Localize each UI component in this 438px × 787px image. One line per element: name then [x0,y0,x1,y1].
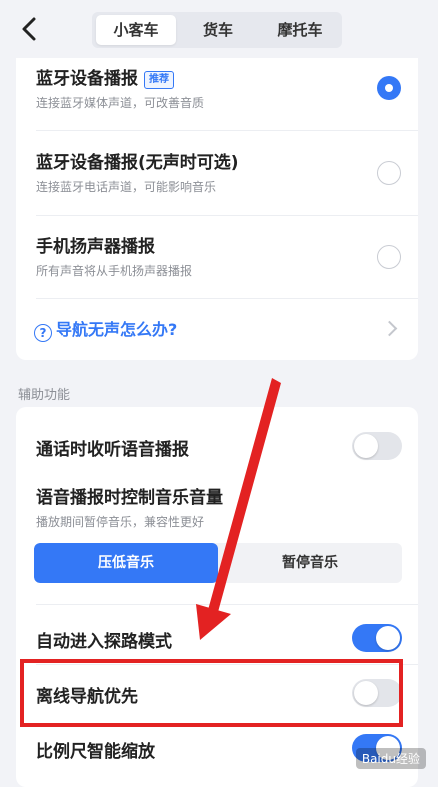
watermark: Baidu经验 [355,748,426,769]
annotation-arrow-icon [196,378,281,640]
